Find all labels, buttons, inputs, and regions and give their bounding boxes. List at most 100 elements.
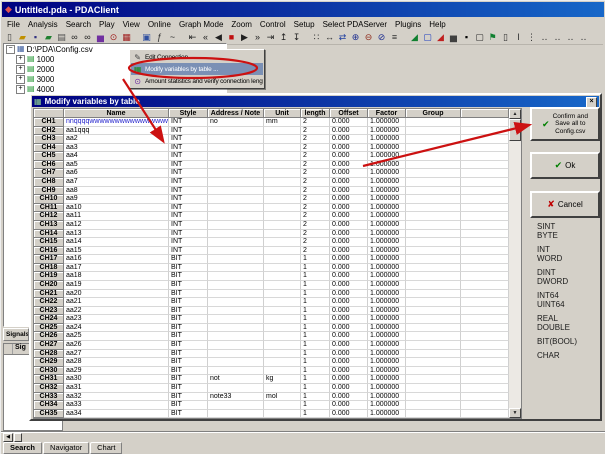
cell-address-note[interactable]	[208, 367, 264, 376]
row-header-cell[interactable]: CH26	[34, 332, 64, 341]
toolbar-separator[interactable]	[179, 31, 186, 43]
cell-group[interactable]	[406, 255, 461, 264]
cell-offset[interactable]: 0.000	[330, 315, 368, 324]
cell-unit[interactable]	[264, 272, 301, 281]
table-row[interactable]: CH22 aa21 BIT 1 0.000 1.000000	[34, 298, 509, 307]
scrollbar-thumb[interactable]	[509, 119, 521, 141]
row-header-cell[interactable]: CH33	[34, 393, 64, 402]
cell-length[interactable]: 1	[301, 307, 330, 316]
frame-icon[interactable]: ▣	[140, 31, 153, 43]
table-row[interactable]: CH30 aa29 BIT 1 0.000 1.000000	[34, 367, 509, 376]
cell-unit[interactable]	[264, 127, 301, 136]
cell-address-note[interactable]	[208, 358, 264, 367]
cell-style[interactable]: INT	[169, 238, 208, 247]
table-row[interactable]: CH31 aa30 BIT not kg 1 0.000 1.000000	[34, 375, 509, 384]
menu-item[interactable]: Play	[95, 20, 119, 29]
cell-style[interactable]: BIT	[169, 350, 208, 359]
cell-group[interactable]	[406, 298, 461, 307]
cell-name[interactable]: aa25	[64, 332, 169, 341]
cell-factor[interactable]: 1.000000	[368, 195, 406, 204]
fast-rewind-icon[interactable]: «	[199, 31, 212, 43]
cell-style[interactable]: BIT	[169, 264, 208, 273]
cell-length[interactable]: 2	[301, 238, 330, 247]
expand-icon[interactable]: +	[16, 75, 25, 84]
cell-length[interactable]: 1	[301, 255, 330, 264]
menu-item[interactable]: Graph Mode	[175, 20, 227, 29]
cell-name[interactable]: aa10	[64, 204, 169, 213]
cell-group[interactable]	[406, 230, 461, 239]
table-row[interactable]: CH9 aa8 INT 2 0.000 1.000000	[34, 187, 509, 196]
scroll-down-icon[interactable]: ▼	[509, 408, 521, 418]
cell-name[interactable]: aa24	[64, 324, 169, 333]
function-icon[interactable]: ƒ	[153, 31, 166, 43]
ok-button[interactable]: ✔ Ok	[530, 152, 600, 179]
cell-address-note[interactable]	[208, 315, 264, 324]
cell-group[interactable]	[406, 135, 461, 144]
cell-factor[interactable]: 1.000000	[368, 315, 406, 324]
row-header-cell[interactable]: CH18	[34, 264, 64, 273]
cell-offset[interactable]: 0.000	[330, 161, 368, 170]
cell-group[interactable]	[406, 350, 461, 359]
row-header-cell[interactable]: CH29	[34, 358, 64, 367]
marks-2-icon[interactable]: ‥	[551, 31, 564, 43]
row-header-cell[interactable]: CH2	[34, 127, 64, 136]
cell-address-note[interactable]	[208, 255, 264, 264]
cell-address-note[interactable]	[208, 307, 264, 316]
cell-factor[interactable]: 1.000000	[368, 135, 406, 144]
cell-address-note[interactable]	[208, 332, 264, 341]
cell-factor[interactable]: 1.000000	[368, 290, 406, 299]
cell-factor[interactable]: 1.000000	[368, 221, 406, 230]
cell-style[interactable]: INT	[169, 212, 208, 221]
cell-factor[interactable]: 1.000000	[368, 169, 406, 178]
cell-group[interactable]	[406, 384, 461, 393]
cell-factor[interactable]: 1.000000	[368, 332, 406, 341]
cell-group[interactable]	[406, 204, 461, 213]
export-folder-icon[interactable]: ▰	[42, 31, 55, 43]
row-header-cell[interactable]: CH27	[34, 341, 64, 350]
cell-style[interactable]: INT	[169, 195, 208, 204]
tab-navigator[interactable]: Navigator	[43, 442, 89, 454]
table-row[interactable]: CH23 aa22 BIT 1 0.000 1.000000	[34, 307, 509, 316]
cell-group[interactable]	[406, 315, 461, 324]
cell-group[interactable]	[406, 238, 461, 247]
cell-factor[interactable]: 1.000000	[368, 238, 406, 247]
cell-unit[interactable]	[264, 332, 301, 341]
cell-offset[interactable]: 0.000	[330, 341, 368, 350]
cell-factor[interactable]: 1.000000	[368, 324, 406, 333]
table-row[interactable]: CH10 aa9 INT 2 0.000 1.000000	[34, 195, 509, 204]
cell-factor[interactable]: 1.000000	[368, 178, 406, 187]
table-row[interactable]: CH7 aa6 INT 2 0.000 1.000000	[34, 169, 509, 178]
cell-unit[interactable]: mm	[264, 118, 301, 127]
cell-unit[interactable]	[264, 204, 301, 213]
scroll-up-icon[interactable]: ▲	[509, 109, 521, 119]
cell-name[interactable]: aa8	[64, 187, 169, 196]
cell-factor[interactable]: 1.000000	[368, 393, 406, 402]
table-vertical-scrollbar[interactable]: ▲ ▼	[509, 109, 521, 418]
cell-length[interactable]: 2	[301, 247, 330, 256]
cell-group[interactable]	[406, 161, 461, 170]
menu-item[interactable]: Online	[144, 20, 175, 29]
cursor-i-icon[interactable]: I	[512, 31, 525, 43]
cell-group[interactable]	[406, 332, 461, 341]
clock-icon[interactable]: ⊙	[107, 31, 120, 43]
cell-address-note[interactable]	[208, 238, 264, 247]
cell-length[interactable]: 1	[301, 315, 330, 324]
row-header-cell[interactable]: CH19	[34, 272, 64, 281]
cell-unit[interactable]	[264, 341, 301, 350]
cell-address-note[interactable]	[208, 324, 264, 333]
cell-unit[interactable]	[264, 324, 301, 333]
cell-group[interactable]	[406, 144, 461, 153]
cell-factor[interactable]: 1.000000	[368, 204, 406, 213]
cell-offset[interactable]: 0.000	[330, 247, 368, 256]
cell-group[interactable]	[406, 221, 461, 230]
cell-unit[interactable]	[264, 169, 301, 178]
row-header-cell[interactable]: CH10	[34, 195, 64, 204]
table-row[interactable]: CH21 aa20 BIT 1 0.000 1.000000	[34, 290, 509, 299]
cell-factor[interactable]: 1.000000	[368, 298, 406, 307]
table-row[interactable]: CH15 aa14 INT 2 0.000 1.000000	[34, 238, 509, 247]
row-header-cell[interactable]: CH6	[34, 161, 64, 170]
cell-length[interactable]: 2	[301, 221, 330, 230]
table-row[interactable]: CH4 aa3 INT 2 0.000 1.000000	[34, 144, 509, 153]
row-header-cell[interactable]: CH17	[34, 255, 64, 264]
cell-address-note[interactable]	[208, 221, 264, 230]
